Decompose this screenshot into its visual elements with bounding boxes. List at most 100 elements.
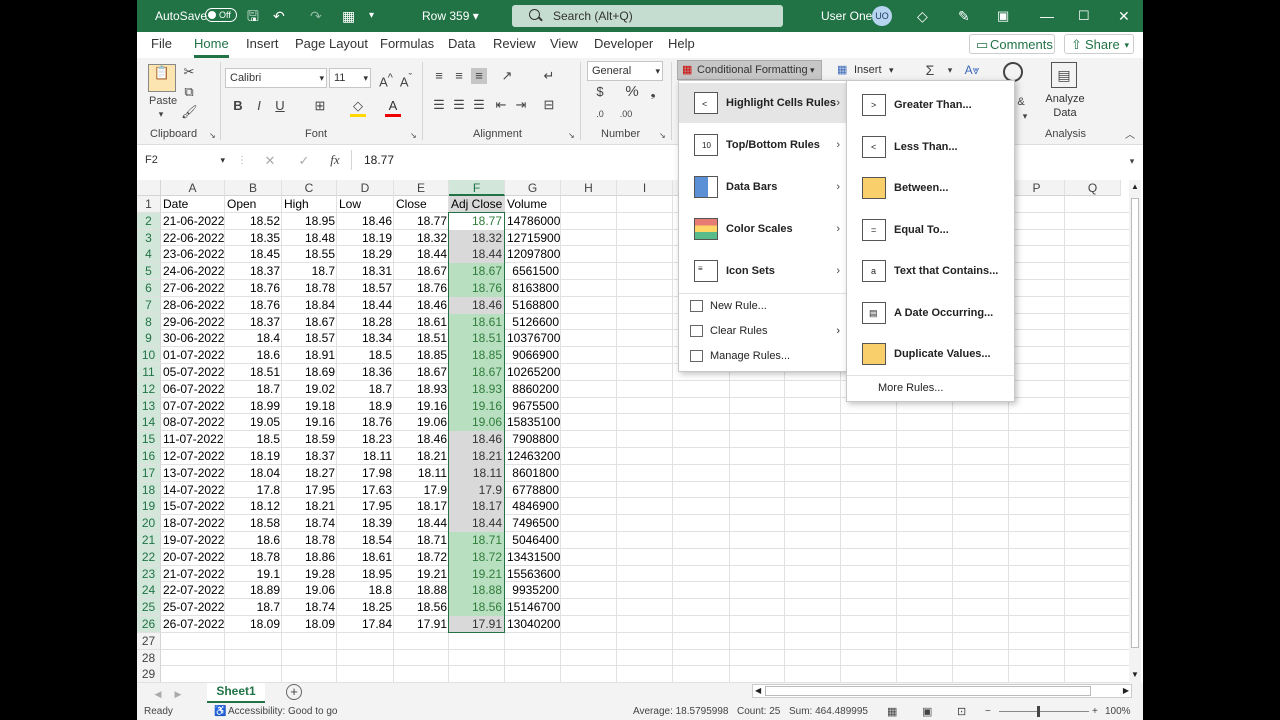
menu-item-data-bars[interactable]: Data Bars › (679, 167, 848, 207)
cell[interactable]: 18.51 (225, 364, 282, 381)
cell[interactable]: 6561500 (505, 263, 561, 280)
cell[interactable]: 18.44 (394, 515, 449, 532)
format-painter-icon[interactable]: 🖌 (181, 104, 198, 120)
row-header[interactable]: 20 (137, 515, 161, 533)
cell[interactable]: 19.21 (394, 566, 449, 583)
tab-page-layout[interactable]: Page Layout (295, 32, 368, 58)
cell[interactable]: 18.59 (282, 431, 337, 448)
cell[interactable]: 18.09 (282, 616, 337, 633)
cell[interactable]: 18.76 (394, 280, 449, 297)
cell[interactable]: 18.7 (282, 263, 337, 280)
clipboard-launcher-icon[interactable]: ↘ (209, 128, 216, 144)
menu-item-more-rules[interactable]: More Rules... (847, 376, 1014, 401)
scroll-down-icon[interactable]: ▼ (1131, 670, 1139, 679)
cell[interactable]: 18.19 (225, 448, 282, 465)
row-header[interactable]: 1 (137, 196, 161, 213)
avatar[interactable]: UO (872, 6, 892, 26)
cell[interactable]: 13-07-2022 (161, 465, 225, 482)
row-header[interactable]: 10 (137, 347, 161, 365)
number-launcher-icon[interactable]: ↘ (659, 128, 666, 144)
save-icon[interactable]: 🖫 (247, 0, 259, 32)
cell[interactable]: 18.44 (337, 297, 394, 314)
cell[interactable]: 29-06-2022 (161, 314, 225, 331)
menu-item-less-than[interactable]: < Less Than... (847, 127, 1014, 167)
page-layout-view-icon[interactable]: ▣ (922, 704, 932, 720)
row-header[interactable]: 13 (137, 397, 161, 415)
cell[interactable]: 18.28 (337, 314, 394, 331)
cell[interactable]: 15-07-2022 (161, 498, 225, 515)
row-header[interactable]: 14 (137, 414, 161, 432)
menu-item-between[interactable]: Between... (847, 168, 1014, 208)
cell[interactable]: 18.52 (225, 213, 282, 230)
row-header[interactable]: 23 (137, 565, 161, 583)
tab-help[interactable]: Help (668, 32, 695, 58)
cell[interactable]: High (282, 196, 337, 213)
merge-center-icon[interactable]: ⊟ (541, 97, 557, 113)
tab-formulas[interactable]: Formulas (380, 32, 434, 58)
cell[interactable]: 18.93 (394, 381, 449, 398)
cell[interactable]: 18.76 (337, 414, 394, 431)
diamond-icon[interactable]: ◇ (917, 0, 928, 32)
cut-icon[interactable]: ✂ (181, 64, 197, 80)
cell[interactable]: 07-07-2022 (161, 398, 225, 415)
font-size-box[interactable]: 11 ▾ (329, 68, 371, 88)
cell[interactable]: 18.7 (225, 381, 282, 398)
menu-item-text-contains[interactable]: a Text that Contains... (847, 251, 1014, 291)
cell[interactable]: 18.61 (394, 314, 449, 331)
cell[interactable]: 19.28 (282, 566, 337, 583)
maximize-icon[interactable]: ☐ (1078, 0, 1090, 32)
cell[interactable]: 18.37 (225, 263, 282, 280)
cell[interactable]: Adj Close (449, 196, 505, 213)
font-name-box[interactable]: Calibri ▾ (225, 68, 327, 88)
formula-input[interactable]: 18.77 (364, 151, 394, 170)
currency-icon[interactable]: $ (591, 84, 609, 100)
cell[interactable]: 18.76 (225, 280, 282, 297)
cell[interactable]: 17.8 (225, 482, 282, 499)
cell[interactable]: 18.54 (337, 532, 394, 549)
form-icon[interactable]: ▦ (342, 0, 355, 32)
column-header[interactable]: C (282, 180, 337, 196)
cell[interactable]: 01-07-2022 (161, 347, 225, 364)
copy-icon[interactable]: ⧉ (181, 84, 197, 100)
row-header[interactable]: 9 (137, 330, 161, 348)
cell[interactable]: 06-07-2022 (161, 381, 225, 398)
autosave-toggle[interactable]: Off (205, 8, 237, 22)
fill-color-icon[interactable]: ◇ (350, 98, 366, 117)
cell[interactable]: 18.55 (282, 246, 337, 263)
cell[interactable]: 18.7 (225, 599, 282, 616)
cell[interactable]: 22-07-2022 (161, 582, 225, 599)
cell[interactable]: 17.95 (282, 482, 337, 499)
chevron-down-icon[interactable]: ▾ (945, 62, 955, 78)
scroll-right-icon[interactable]: ▶ (1123, 685, 1129, 697)
collapse-ribbon-icon[interactable]: ︿ (1125, 128, 1135, 144)
cell[interactable]: 11-07-2022 (161, 431, 225, 448)
menu-item-date-occurring[interactable]: ▤ A Date Occurring... (847, 293, 1014, 333)
cell[interactable]: 18.04 (225, 465, 282, 482)
number-format-box[interactable]: General ▾ (587, 61, 663, 81)
cell[interactable]: 18.67 (282, 314, 337, 331)
cell[interactable]: 18.88 (394, 582, 449, 599)
sheet-tab-sheet1[interactable]: Sheet1 (207, 683, 265, 703)
cell[interactable]: 18.34 (337, 330, 394, 347)
cell[interactable]: 18.6 (225, 347, 282, 364)
sort-filter-icon[interactable]: A⩔ (957, 62, 987, 78)
find-select-icon[interactable] (1003, 62, 1023, 82)
conditional-formatting-button[interactable]: ▦ Conditional Formatting ▾ (677, 60, 822, 80)
menu-item-highlight-cells-rules[interactable]: < Highlight Cells Rules › (679, 83, 848, 123)
cancel-icon[interactable]: ✕ (263, 153, 277, 169)
column-header[interactable]: I (617, 180, 673, 196)
zoom-level[interactable]: 100% (1105, 704, 1131, 720)
menu-item-color-scales[interactable]: Color Scales › (679, 209, 848, 249)
cell[interactable]: 15563600 (505, 566, 561, 583)
row-header[interactable]: 16 (137, 448, 161, 465)
cell[interactable]: 17.63 (337, 482, 394, 499)
insert-cells-button[interactable]: ▦ Insert ▾ (837, 60, 899, 80)
cell[interactable]: 18.58 (225, 515, 282, 532)
cell[interactable]: 18.32 (394, 230, 449, 247)
cell[interactable]: 6778800 (505, 482, 561, 499)
italic-icon[interactable]: I (252, 98, 266, 114)
cell[interactable]: 18.17 (394, 498, 449, 515)
analyze-data-icon[interactable]: ▤ (1051, 62, 1077, 88)
column-header[interactable]: A (161, 180, 225, 196)
tab-review[interactable]: Review (493, 32, 536, 58)
